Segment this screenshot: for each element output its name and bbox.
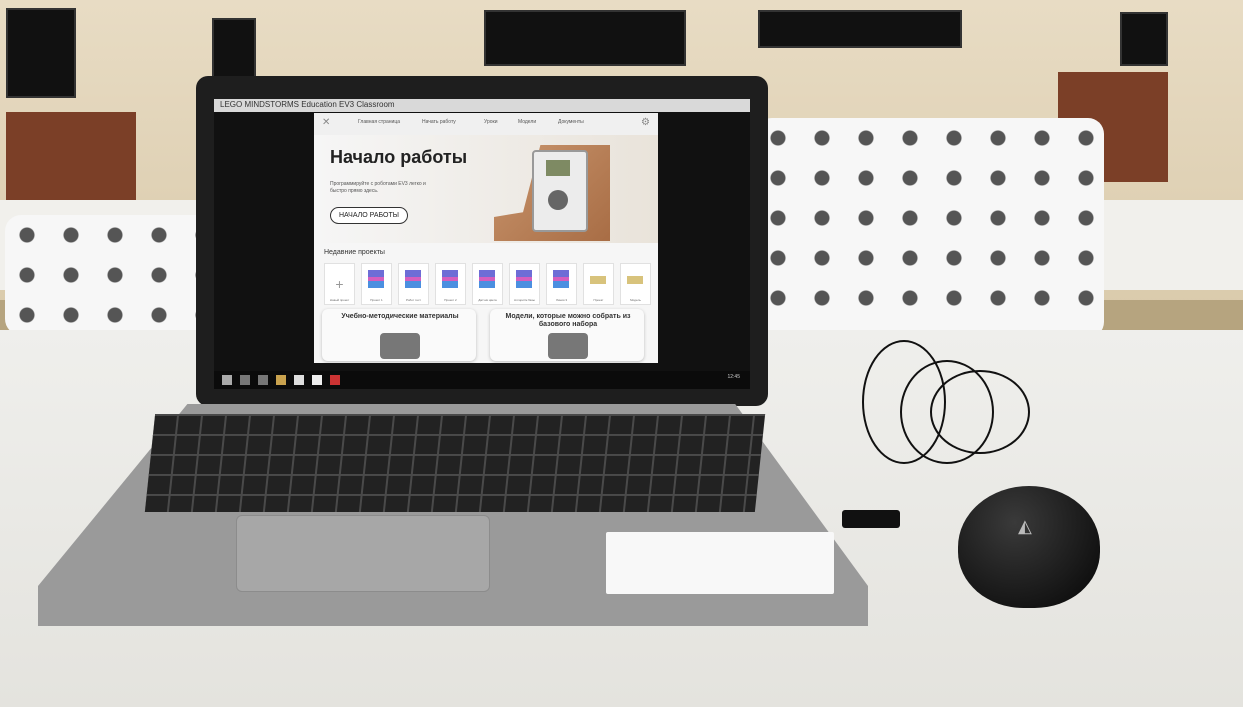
background-screen <box>758 10 962 48</box>
computer-mouse: ◭ <box>958 486 1100 608</box>
project-label: Робот тест <box>406 298 421 302</box>
hero-banner: Начало работы Программируйте с роботами … <box>314 135 658 243</box>
laptop-screen: LEGO MINDSTORMS Education EV3 Classroom … <box>214 99 750 389</box>
window-titlebar: LEGO MINDSTORMS Education EV3 Classroom <box>214 99 750 112</box>
search-icon[interactable] <box>240 375 250 385</box>
project-tile[interactable]: Линия 3 <box>546 263 577 305</box>
project-thumbnail <box>627 276 643 284</box>
project-thumbnail <box>368 270 384 288</box>
nav-start[interactable]: Начать работу <box>422 119 456 125</box>
project-label: Проект 1 <box>370 298 383 302</box>
task-view-icon[interactable] <box>258 375 268 385</box>
project-label: Датчик цвета <box>478 298 497 302</box>
project-thumbnail <box>479 270 495 288</box>
robot-image <box>548 333 588 359</box>
ev3-brick-image <box>532 150 588 232</box>
window-title: LEGO MINDSTORMS Education EV3 Classroom <box>220 100 395 109</box>
card-title: Модели, которые можно собрать из базовог… <box>505 313 631 328</box>
project-thumbnail <box>442 270 458 288</box>
windows-start-icon[interactable] <box>222 375 232 385</box>
project-thumbnail <box>553 270 569 288</box>
hero-subtitle: Программируйте с роботами EV3 легко и бы… <box>330 181 426 194</box>
project-label: Проект 2 <box>444 298 457 302</box>
white-chair <box>5 215 215 335</box>
project-tile[interactable]: Проект <box>583 263 614 305</box>
project-tile[interactable]: Датчик цвета <box>472 263 503 305</box>
project-tile[interactable]: Проект 1 <box>361 263 392 305</box>
app-navbar: ✕ Главная страница Начать работу Уроки М… <box>314 113 658 136</box>
spec-sticker <box>606 532 834 594</box>
background-monitor <box>6 8 76 98</box>
white-chair <box>756 118 1104 338</box>
nav-lessons[interactable]: Уроки <box>484 119 498 125</box>
project-label: Новый проект <box>329 298 350 302</box>
nav-home[interactable]: Главная страница <box>358 119 400 125</box>
usb-plug <box>842 510 900 528</box>
start-button[interactable]: НАЧАЛО РАБОТЫ <box>330 207 408 224</box>
project-label: Проект <box>593 298 604 302</box>
keyboard <box>144 414 766 512</box>
teaching-materials-card[interactable]: Учебно-методические материалы <box>322 309 476 361</box>
new-project-tile[interactable]: + Новый проект <box>324 263 355 305</box>
brand-logo-icon: ◭ <box>1018 516 1032 536</box>
recent-projects-title: Недавние проекты <box>324 249 385 256</box>
lego-app-icon[interactable] <box>330 375 340 385</box>
project-tile[interactable]: Робот тест <box>398 263 429 305</box>
project-thumbnail <box>590 276 606 284</box>
project-thumbnail <box>405 270 421 288</box>
background-monitor <box>1120 12 1168 66</box>
wooden-desk <box>6 112 136 208</box>
app-window: ✕ Главная страница Начать работу Уроки М… <box>314 113 658 363</box>
recent-projects-list: + Новый проект Проект 1 Робот тест Проек… <box>324 263 651 305</box>
file-explorer-icon[interactable] <box>276 375 286 385</box>
background-tv-screen <box>484 10 686 66</box>
project-label: Алгоритм базы <box>514 298 535 302</box>
photo-scene: LEGO MINDSTORMS Education EV3 Classroom … <box>0 0 1243 707</box>
touchpad <box>236 515 490 592</box>
nav-models[interactable]: Модели <box>518 119 536 125</box>
project-tile[interactable]: Проект 2 <box>435 263 466 305</box>
brick-display <box>546 160 570 176</box>
card-title: Учебно-методические материалы <box>341 313 459 320</box>
system-clock: 12:45 <box>727 374 740 380</box>
close-icon[interactable]: ✕ <box>322 117 330 128</box>
project-tile[interactable]: Модель <box>620 263 651 305</box>
background-monitor <box>212 18 256 82</box>
brick-buttons <box>548 190 568 210</box>
models-card[interactable]: Модели, которые можно собрать из базовог… <box>490 309 644 361</box>
store-icon[interactable] <box>294 375 304 385</box>
project-tile[interactable]: Алгоритм базы <box>509 263 540 305</box>
windows-taskbar: 12:45 <box>214 371 750 389</box>
project-thumbnail <box>516 270 532 288</box>
app-icon[interactable] <box>312 375 322 385</box>
gear-icon[interactable]: ⚙ <box>641 117 650 128</box>
robot-image <box>380 333 420 359</box>
content-cards: Учебно-методические материалы Модели, ко… <box>314 309 658 363</box>
mouse-cable <box>930 370 1030 454</box>
hero-title: Начало работы <box>330 147 468 167</box>
nav-documents[interactable]: Документы <box>558 119 584 125</box>
project-label: Линия 3 <box>555 298 568 302</box>
project-label: Модель <box>630 298 641 302</box>
